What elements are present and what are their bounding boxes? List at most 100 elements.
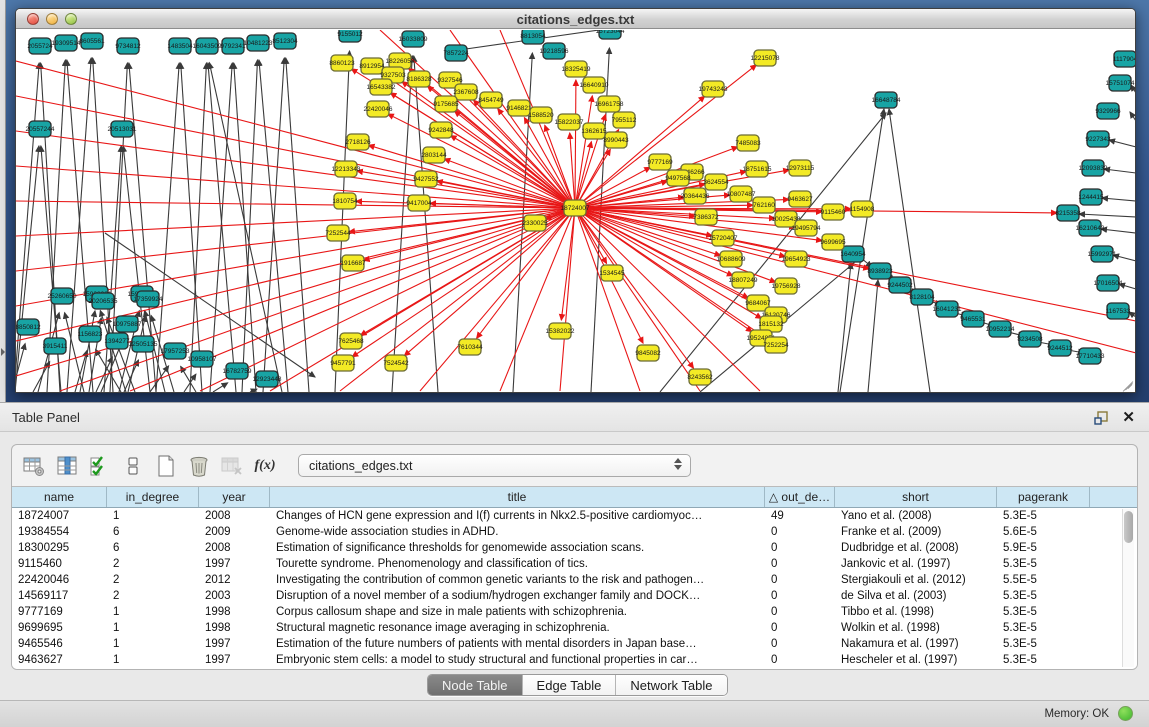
table-cell[interactable]: Changes of HCN gene expression and I(f) …	[270, 508, 765, 524]
graph-edge[interactable]	[1130, 112, 1135, 121]
table-row[interactable]: 977716911998Corpus callosum shape and si…	[12, 604, 1137, 620]
table-cell[interactable]: 1	[107, 604, 199, 620]
graph-edge[interactable]	[889, 109, 930, 392]
column-header-in_degree[interactable]: in_degree	[107, 487, 199, 507]
table-row[interactable]: 1456911722003Disruption of a novel membe…	[12, 588, 1137, 604]
table-cell[interactable]: Genome-wide association studies in ADHD.	[270, 524, 765, 540]
table-cell[interactable]: 1	[107, 636, 199, 652]
table-cell[interactable]: 19384554	[12, 524, 107, 540]
table-cell[interactable]: 0	[765, 636, 835, 652]
graph-edge[interactable]	[104, 146, 121, 392]
graph-edge[interactable]	[41, 146, 61, 392]
table-cell[interactable]: 0	[765, 620, 835, 636]
table-row[interactable]: 1938455462009Genome-wide association stu…	[12, 524, 1137, 540]
table-cell[interactable]: 1	[107, 652, 199, 668]
table-row[interactable]: 2242004622012Investigating the contribut…	[12, 572, 1137, 588]
column-header-pagerank[interactable]: pagerank	[997, 487, 1090, 507]
table-cell[interactable]: Disruption of a novel member of a sodium…	[270, 588, 765, 604]
function-builder-icon[interactable]: f(x)	[251, 452, 279, 480]
table-row[interactable]: 946362711997Embryonic stem cells: a mode…	[12, 652, 1137, 668]
tab-node-table[interactable]: Node Table	[428, 675, 523, 695]
table-cell[interactable]: 2008	[199, 508, 270, 524]
table-cell[interactable]: Dudbridge et al. (2008)	[835, 540, 997, 556]
table-cell[interactable]: Wolkin et al. (1998)	[835, 620, 997, 636]
table-cell[interactable]: Embryonic stem cells: a model to study s…	[270, 652, 765, 668]
table-cell[interactable]: 0	[765, 604, 835, 620]
table-cell[interactable]: 14569117	[12, 588, 107, 604]
table-cell[interactable]: Stergiakouli et al. (2012)	[835, 572, 997, 588]
table-cell[interactable]: 49	[765, 508, 835, 524]
table-row[interactable]: 969969511998Structural magnetic resonanc…	[12, 620, 1137, 636]
show-column-icon[interactable]	[53, 452, 81, 480]
graph-edge[interactable]	[16, 61, 575, 208]
graph-edge[interactable]	[560, 208, 575, 391]
table-cell[interactable]: Corpus callosum shape and size in male p…	[270, 604, 765, 620]
table-cell[interactable]: 1997	[199, 636, 270, 652]
resize-grip-icon[interactable]	[1120, 377, 1133, 390]
graph-edge[interactable]	[286, 58, 309, 392]
graph-edge[interactable]	[1102, 198, 1135, 201]
new-table-icon[interactable]	[152, 452, 180, 480]
table-cell[interactable]: 5.6E-5	[997, 524, 1090, 540]
table-cell[interactable]: 0	[765, 572, 835, 588]
table-cell[interactable]: 2	[107, 588, 199, 604]
table-cell[interactable]: Hescheler et al. (1997)	[835, 652, 997, 668]
table-row[interactable]: 1830029562008Estimation of significance …	[12, 540, 1137, 556]
graph-edge[interactable]	[213, 383, 228, 392]
table-cell[interactable]: 1998	[199, 604, 270, 620]
row-height-icon[interactable]	[119, 452, 147, 480]
table-cell[interactable]: 5.3E-5	[997, 620, 1090, 636]
table-cell[interactable]: Structural magnetic resonance image aver…	[270, 620, 765, 636]
graph-edge[interactable]	[868, 280, 878, 392]
table-cell[interactable]: 5.3E-5	[997, 508, 1090, 524]
graph-edge[interactable]	[575, 80, 576, 208]
network-canvas[interactable]: 2055724193095148605561973481214835041604…	[16, 30, 1135, 392]
graph-edge[interactable]	[575, 208, 640, 391]
table-cell[interactable]: 9115460	[12, 556, 107, 572]
graph-edge[interactable]	[1101, 229, 1135, 233]
table-cell[interactable]: 5.3E-5	[997, 636, 1090, 652]
table-cell[interactable]: Yano et al. (2008)	[835, 508, 997, 524]
column-header-name[interactable]: name	[12, 487, 107, 507]
table-cell[interactable]: 5.5E-5	[997, 572, 1090, 588]
table-cell[interactable]: 9699695	[12, 620, 107, 636]
table-cell[interactable]: 1997	[199, 556, 270, 572]
float-panel-icon[interactable]	[1093, 410, 1109, 426]
table-cell[interactable]: 2009	[199, 524, 270, 540]
table-cell[interactable]: Investigating the contribution of common…	[270, 572, 765, 588]
table-cell[interactable]: Tourette syndrome. Phenomenology and cla…	[270, 556, 765, 572]
table-cell[interactable]: Nakamura et al. (1997)	[835, 636, 997, 652]
graph-edge[interactable]	[16, 208, 575, 236]
column-header-title[interactable]: title	[270, 487, 765, 507]
table-cell[interactable]: 22420046	[12, 572, 107, 588]
table-row[interactable]: 911546021997Tourette syndrome. Phenomeno…	[12, 556, 1137, 572]
table-cell[interactable]: 2003	[199, 588, 270, 604]
table-cell[interactable]: Tibbo et al. (1998)	[835, 604, 997, 620]
table-row[interactable]: 1872400712008Changes of HCN gene express…	[12, 508, 1137, 524]
table-cell[interactable]: 1998	[199, 620, 270, 636]
graph-edge[interactable]	[181, 366, 196, 392]
table-cell[interactable]: 0	[765, 652, 835, 668]
table-settings-icon[interactable]	[20, 452, 48, 480]
graph-edge[interactable]	[575, 208, 693, 368]
graph-edge[interactable]	[388, 114, 575, 208]
table-cell[interactable]: 1997	[199, 652, 270, 668]
close-panel-icon[interactable]: ✕	[1122, 408, 1135, 426]
graph-edge[interactable]	[16, 208, 575, 341]
select-rows-icon[interactable]	[86, 452, 114, 480]
table-cell[interactable]: 18300295	[12, 540, 107, 556]
table-cell[interactable]: 5.3E-5	[997, 588, 1090, 604]
table-cell[interactable]: Jankovic et al. (1997)	[835, 556, 997, 572]
delete-rows-trash-icon[interactable]	[185, 452, 213, 480]
table-cell[interactable]: 0	[765, 556, 835, 572]
column-header-year[interactable]: year	[199, 487, 270, 507]
memory-status-icon[interactable]	[1118, 706, 1133, 721]
table-cell[interactable]: de Silva et al. (2003)	[835, 588, 997, 604]
table-cell[interactable]: Estimation of significance thresholds fo…	[270, 540, 765, 556]
table-cell[interactable]: 9465546	[12, 636, 107, 652]
tab-network-table[interactable]: Network Table	[616, 675, 726, 695]
table-vertical-scrollbar[interactable]	[1122, 509, 1134, 667]
graph-edge[interactable]	[392, 56, 412, 392]
split-pane-divider[interactable]	[0, 0, 6, 402]
table-cell[interactable]: 2	[107, 572, 199, 588]
